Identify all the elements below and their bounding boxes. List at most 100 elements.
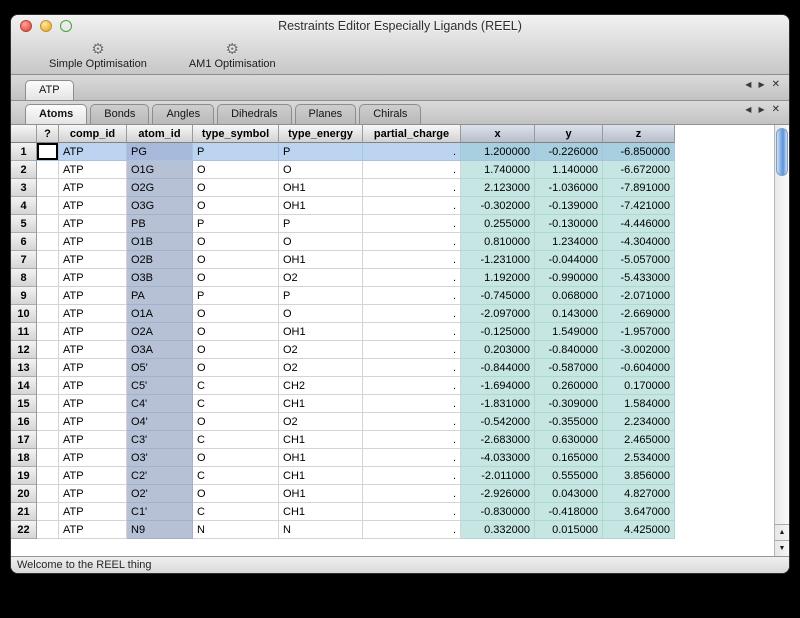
cell-type_energy[interactable]: CH1 — [279, 395, 363, 413]
cell-comp_id[interactable]: ATP — [59, 179, 127, 197]
cell-type_symbol[interactable]: O — [193, 179, 279, 197]
cell-y[interactable]: 0.015000 — [535, 521, 603, 539]
cell-partial_charge[interactable]: . — [363, 467, 461, 485]
cell-atom_id[interactable]: O3G — [127, 197, 193, 215]
row-header[interactable]: 13 — [11, 359, 37, 377]
row-header[interactable]: 15 — [11, 395, 37, 413]
cell-comp_id[interactable]: ATP — [59, 413, 127, 431]
cell-y[interactable]: 0.260000 — [535, 377, 603, 395]
cell-partial_charge[interactable]: . — [363, 395, 461, 413]
column-header-y[interactable]: y — [535, 125, 603, 143]
cell-z[interactable]: -2.071000 — [603, 287, 675, 305]
cell-partial_charge[interactable]: . — [363, 323, 461, 341]
cell-comp_id[interactable]: ATP — [59, 485, 127, 503]
cell-select[interactable] — [37, 395, 59, 413]
cell-type_energy[interactable]: P — [279, 143, 363, 161]
cell-type_symbol[interactable]: C — [193, 431, 279, 449]
cell-partial_charge[interactable]: . — [363, 215, 461, 233]
cell-atom_id[interactable]: PG — [127, 143, 193, 161]
cell-partial_charge[interactable]: . — [363, 287, 461, 305]
cell-type_energy[interactable]: O2 — [279, 413, 363, 431]
cell-x[interactable]: -0.844000 — [461, 359, 535, 377]
cell-partial_charge[interactable]: . — [363, 377, 461, 395]
column-header-atom_id[interactable]: atom_id — [127, 125, 193, 143]
cell-select[interactable] — [37, 413, 59, 431]
cell-atom_id[interactable]: C2' — [127, 467, 193, 485]
row-header[interactable]: 22 — [11, 521, 37, 539]
cell-z[interactable]: -6.850000 — [603, 143, 675, 161]
cell-x[interactable]: -1.831000 — [461, 395, 535, 413]
cell-x[interactable]: 0.332000 — [461, 521, 535, 539]
cell-type_energy[interactable]: OH1 — [279, 251, 363, 269]
cell-comp_id[interactable]: ATP — [59, 341, 127, 359]
cell-comp_id[interactable]: ATP — [59, 359, 127, 377]
cell-partial_charge[interactable]: . — [363, 413, 461, 431]
column-header-partial_charge[interactable]: partial_charge — [363, 125, 461, 143]
cell-y[interactable]: -0.226000 — [535, 143, 603, 161]
row-header[interactable]: 4 — [11, 197, 37, 215]
tab-close-icon[interactable]: ✕ — [772, 105, 780, 115]
cell-partial_charge[interactable]: . — [363, 431, 461, 449]
cell-atom_id[interactable]: PB — [127, 215, 193, 233]
cell-partial_charge[interactable]: . — [363, 341, 461, 359]
cell-y[interactable]: 0.143000 — [535, 305, 603, 323]
cell-partial_charge[interactable]: . — [363, 359, 461, 377]
cell-z[interactable]: 2.465000 — [603, 431, 675, 449]
column-header-select[interactable]: ? — [37, 125, 59, 143]
row-header[interactable]: 5 — [11, 215, 37, 233]
cell-type_symbol[interactable]: O — [193, 197, 279, 215]
row-header[interactable]: 8 — [11, 269, 37, 287]
cell-comp_id[interactable]: ATP — [59, 395, 127, 413]
cell-partial_charge[interactable]: . — [363, 197, 461, 215]
row-header[interactable]: 21 — [11, 503, 37, 521]
cell-atom_id[interactable]: O2G — [127, 179, 193, 197]
sheet-tab-bonds[interactable]: Bonds — [90, 104, 149, 124]
cell-select[interactable] — [37, 377, 59, 395]
cell-y[interactable]: -0.130000 — [535, 215, 603, 233]
cell-z[interactable]: -0.604000 — [603, 359, 675, 377]
cell-comp_id[interactable]: ATP — [59, 161, 127, 179]
cell-comp_id[interactable]: ATP — [59, 251, 127, 269]
cell-atom_id[interactable]: N9 — [127, 521, 193, 539]
cell-type_energy[interactable]: O — [279, 233, 363, 251]
cell-x[interactable]: -0.830000 — [461, 503, 535, 521]
cell-select[interactable] — [37, 287, 59, 305]
cell-z[interactable]: 1.584000 — [603, 395, 675, 413]
document-tab-atp[interactable]: ATP — [25, 80, 74, 100]
cell-comp_id[interactable]: ATP — [59, 521, 127, 539]
cell-type_energy[interactable]: O2 — [279, 341, 363, 359]
cell-comp_id[interactable]: ATP — [59, 269, 127, 287]
cell-select[interactable] — [37, 215, 59, 233]
cell-select[interactable] — [37, 251, 59, 269]
cell-comp_id[interactable]: ATP — [59, 305, 127, 323]
cell-partial_charge[interactable]: . — [363, 143, 461, 161]
cell-select[interactable] — [37, 161, 59, 179]
cell-z[interactable]: -7.891000 — [603, 179, 675, 197]
cell-comp_id[interactable]: ATP — [59, 197, 127, 215]
cell-type_energy[interactable]: OH1 — [279, 323, 363, 341]
cell-type_energy[interactable]: O — [279, 305, 363, 323]
cell-z[interactable]: -5.057000 — [603, 251, 675, 269]
cell-select[interactable] — [37, 485, 59, 503]
cell-type_symbol[interactable]: O — [193, 323, 279, 341]
cell-atom_id[interactable]: O2' — [127, 485, 193, 503]
cell-type_symbol[interactable]: O — [193, 233, 279, 251]
cell-y[interactable]: 0.630000 — [535, 431, 603, 449]
cell-type_energy[interactable]: CH1 — [279, 467, 363, 485]
cell-select[interactable] — [37, 179, 59, 197]
column-header-comp_id[interactable]: comp_id — [59, 125, 127, 143]
cell-x[interactable]: -0.302000 — [461, 197, 535, 215]
cell-type_energy[interactable]: OH1 — [279, 449, 363, 467]
cell-type_symbol[interactable]: O — [193, 413, 279, 431]
cell-type_symbol[interactable]: O — [193, 269, 279, 287]
row-header[interactable]: 20 — [11, 485, 37, 503]
cell-atom_id[interactable]: O5' — [127, 359, 193, 377]
cell-select[interactable] — [37, 305, 59, 323]
cell-x[interactable]: -2.683000 — [461, 431, 535, 449]
cell-comp_id[interactable]: ATP — [59, 503, 127, 521]
row-header[interactable]: 2 — [11, 161, 37, 179]
cell-comp_id[interactable]: ATP — [59, 467, 127, 485]
cell-y[interactable]: -0.990000 — [535, 269, 603, 287]
cell-select[interactable] — [37, 359, 59, 377]
cell-type_energy[interactable]: CH1 — [279, 431, 363, 449]
